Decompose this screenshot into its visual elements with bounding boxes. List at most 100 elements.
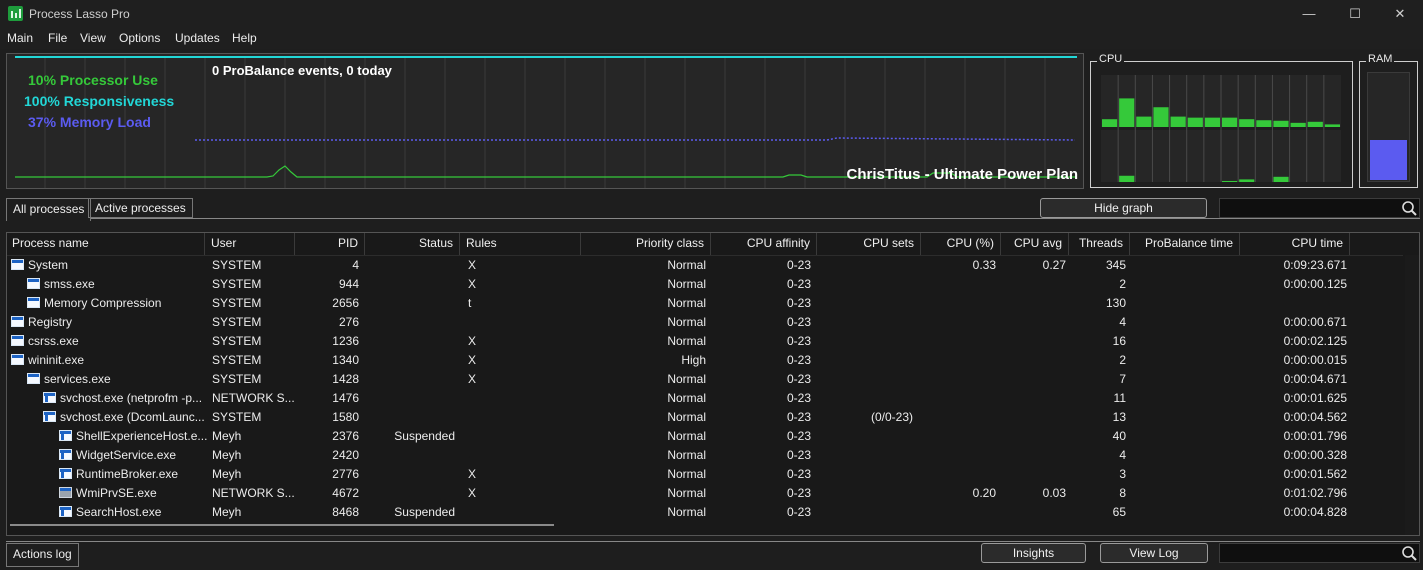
affinity-cell: 0-23 (786, 448, 811, 462)
cpu-core-bar (1273, 176, 1289, 182)
table-row[interactable]: svchost.exe (DcomLaunc... SYSTEM 1580 Norma… (7, 408, 1403, 427)
column-header-pid[interactable]: PID (296, 233, 365, 255)
column-header-probal[interactable]: ProBalance time (1131, 233, 1240, 255)
column-header-overflow[interactable] (1399, 233, 1403, 255)
sets-cell (819, 484, 913, 503)
close-button[interactable]: ✕ (1377, 0, 1423, 28)
tab-active-processes[interactable]: Active processes (88, 198, 193, 218)
column-header-rules[interactable]: Rules (461, 233, 581, 255)
user-cell: SYSTEM (212, 410, 262, 424)
sets-cell (819, 465, 913, 484)
cpu-cell (925, 389, 996, 408)
tab-all-processes[interactable]: All processes (6, 198, 92, 221)
status-cell (367, 294, 455, 313)
hide-graph-button[interactable]: Hide graph (1040, 198, 1207, 218)
insights-button[interactable]: Insights (981, 543, 1086, 563)
view-log-button[interactable]: View Log (1100, 543, 1208, 563)
pid-cell: 2376 (332, 429, 359, 443)
table-row[interactable]: WidgetService.exe Meyh 2420 Normal 0-23 4 0:00… (7, 446, 1403, 465)
process-name: ShellExperienceHost.e... (76, 429, 207, 443)
process-name: WidgetService.exe (76, 448, 177, 462)
table-row[interactable]: wininit.exe SYSTEM 1340 X High 0-23 2 0:00:00.0… (7, 351, 1403, 370)
column-header-avg[interactable]: CPU avg (1002, 233, 1069, 255)
cpu-cell (925, 351, 996, 370)
log-search-input[interactable] (1220, 544, 1419, 562)
threads-cell: 4 (1119, 448, 1126, 462)
table-row[interactable]: svchost.exe (netprofm -p... NETWORK S... 1… (7, 389, 1403, 408)
responsiveness-label: 100% Responsiveness (24, 93, 175, 109)
affinity-cell: 0-23 (786, 467, 811, 481)
status-cell (367, 332, 455, 351)
cpu-cores-box: CPU (1090, 53, 1353, 188)
user-cell: NETWORK S... (212, 391, 295, 405)
process-search-box[interactable] (1219, 198, 1420, 218)
user-cell: Meyh (212, 448, 242, 462)
affinity-cell: 0-23 (786, 277, 811, 291)
table-row[interactable]: SearchHost.exe Meyh 8468 Suspended Normal 0-2… (7, 503, 1403, 522)
menu-file[interactable]: File (48, 31, 67, 45)
window-icon (11, 259, 24, 270)
actions-log-bar: Actions log Insights View Log (0, 538, 1423, 570)
cpu-cell (925, 408, 996, 427)
vertical-scroll-thumb[interactable] (1409, 257, 1415, 535)
column-header-name[interactable]: Process name (7, 233, 205, 255)
search-icon[interactable] (1401, 200, 1417, 216)
probalance-events-label: 0 ProBalance events, 0 today (212, 63, 392, 78)
column-header-user[interactable]: User (206, 233, 295, 255)
avg-cell (1004, 503, 1066, 522)
column-header-status[interactable]: Status (366, 233, 460, 255)
table-row[interactable]: RuntimeBroker.exe Meyh 2776 X Normal 0-23 3 0:0… (7, 465, 1403, 484)
window-icon (11, 316, 24, 327)
process-name: svchost.exe (netprofm -p... (60, 391, 203, 405)
search-icon[interactable] (1401, 545, 1417, 561)
rules-cell: X (468, 486, 477, 500)
process-name-cell: csrss.exe (11, 332, 207, 351)
horizontal-scrollbar[interactable] (10, 524, 554, 526)
sets-cell (819, 332, 913, 351)
probal-cell (1132, 503, 1236, 522)
status-cell (367, 275, 455, 294)
process-search-input[interactable] (1220, 199, 1419, 217)
service-icon (59, 506, 72, 517)
affinity-cell: 0-23 (786, 391, 811, 405)
menu-help[interactable]: Help (232, 31, 257, 45)
avg-cell (1004, 465, 1066, 484)
process-name-cell: services.exe (27, 370, 207, 389)
cpu-cell (925, 446, 996, 465)
column-header-threads[interactable]: Threads (1070, 233, 1130, 255)
table-row[interactable]: services.exe SYSTEM 1428 X Normal 0-23 7 0:00:0… (7, 370, 1403, 389)
column-header-time[interactable]: CPU time (1241, 233, 1350, 255)
log-search-box[interactable] (1219, 543, 1420, 563)
priority-cell: Normal (667, 410, 706, 424)
table-row[interactable]: WmiPrvSE.exe NETWORK S... 4672 X Normal 0-23 0… (7, 484, 1403, 503)
menu-view[interactable]: View (80, 31, 106, 45)
priority-cell: Normal (667, 296, 706, 310)
maximize-button[interactable]: ☐ (1332, 0, 1378, 28)
table-row[interactable]: Registry SYSTEM 276 Normal 0-23 4 0:00:00.671 (7, 313, 1403, 332)
menu-main[interactable]: Main (7, 31, 33, 45)
menu-updates[interactable]: Updates (175, 31, 220, 45)
column-header-cpu[interactable]: CPU (%) (922, 233, 1001, 255)
pid-cell: 1580 (332, 410, 359, 424)
table-row[interactable]: System SYSTEM 4 X Normal 0-23 0.33 0.27 345 0:09:… (7, 256, 1403, 275)
affinity-cell: 0-23 (786, 334, 811, 348)
avg-cell (1004, 446, 1066, 465)
power-plan-label[interactable]: ChrisTitus - Ultimate Power Plan (847, 166, 1078, 183)
menu-options[interactable]: Options (119, 31, 160, 45)
column-header-affinity[interactable]: CPU affinity (712, 233, 817, 255)
table-row[interactable]: smss.exe SYSTEM 944 X Normal 0-23 2 0:00:00.125 (7, 275, 1403, 294)
tab-actions-log[interactable]: Actions log (6, 543, 79, 567)
probal-cell (1132, 332, 1236, 351)
column-header-priority[interactable]: Priority class (582, 233, 711, 255)
cpu-core-bar (1119, 175, 1135, 182)
table-row[interactable]: csrss.exe SYSTEM 1236 X Normal 0-23 16 0:00:02.… (7, 332, 1403, 351)
user-cell: Meyh (212, 429, 242, 443)
actions-tab-line (6, 541, 1420, 542)
column-header-sets[interactable]: CPU sets (818, 233, 921, 255)
minimize-button[interactable]: — (1286, 0, 1332, 28)
threads-cell: 4 (1119, 315, 1126, 329)
table-row[interactable]: Memory Compression SYSTEM 2656 t Normal 0-23 1… (7, 294, 1403, 313)
table-row[interactable]: ShellExperienceHost.e... Meyh 2376 Suspende… (7, 427, 1403, 446)
vertical-scrollbar[interactable] (1405, 255, 1419, 535)
window-icon (27, 297, 40, 308)
